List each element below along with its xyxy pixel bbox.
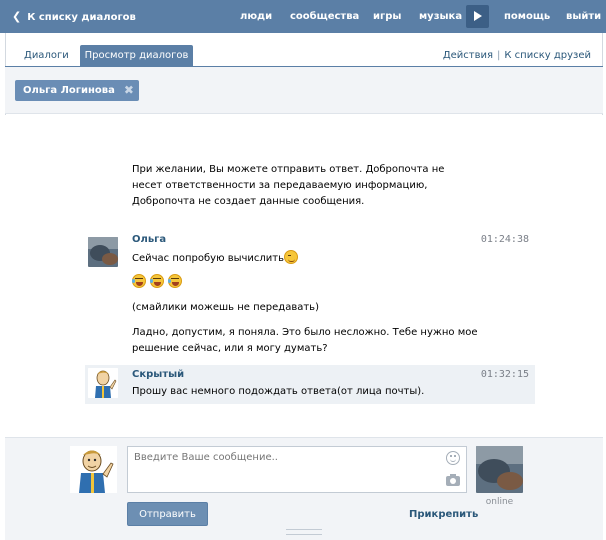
close-icon[interactable]: ✖ <box>124 80 134 101</box>
message-text-line: Сейчас попробую вычислить <box>132 253 284 264</box>
send-button[interactable]: Отправить <box>127 502 208 526</box>
tab-dialogs[interactable]: Диалоги <box>24 45 69 67</box>
nav-help-link[interactable]: помощь <box>504 0 550 33</box>
top-navigation-bar: ❮ К списку диалогов люди сообщества игры … <box>0 0 606 33</box>
my-avatar[interactable] <box>70 446 117 493</box>
vault-boy-icon <box>70 446 117 493</box>
chevron-left-icon: ❮ <box>12 10 22 23</box>
message-text: решение сейчас, или я могу думать? <box>132 343 328 354</box>
disclaimer-notice: При желании, Вы можете отправить ответ. … <box>132 164 445 207</box>
message-author[interactable]: Скрытый <box>132 369 184 380</box>
nav-logout-link[interactable]: выйти <box>566 0 601 33</box>
play-icon[interactable] <box>466 5 489 28</box>
filter-chip[interactable]: Ольга Логинова ✖ <box>15 80 139 101</box>
attach-link[interactable]: Прикрепить <box>409 509 478 520</box>
camera-icon[interactable] <box>446 474 460 486</box>
message-time: 01:32:15 <box>480 369 529 380</box>
message-text: Сейчас попробую вычислить <box>132 250 299 267</box>
tab-view-dialogs[interactable]: Просмотр диалогов <box>80 45 193 67</box>
message-text: Ладно, допустим, я поняла. Это было несл… <box>132 327 478 338</box>
message-text: (смайлики можешь не передавать) <box>132 302 319 313</box>
vault-boy-icon <box>88 368 118 398</box>
nav-music-link[interactable]: музыка <box>419 0 462 33</box>
tab-bar: Диалоги Просмотр диалогов Действия | К спи… <box>5 45 603 67</box>
avatar[interactable] <box>88 237 118 267</box>
back-to-dialogs-label: К списку диалогов <box>27 12 136 23</box>
message-text: Прошу вас немного подождать ответа(от ли… <box>132 386 425 397</box>
laughing-emoji-icon <box>168 274 183 288</box>
smile-icon[interactable] <box>446 451 460 465</box>
message-item: Скрытый 01:32:15 Прошу вас немного подож… <box>85 365 535 404</box>
avatar-photo <box>88 237 118 267</box>
friends-list-link[interactable]: К списку друзей <box>504 50 591 61</box>
back-to-dialogs-link[interactable]: ❮ К списку диалогов <box>12 0 136 33</box>
message-author[interactable]: Ольга <box>132 234 166 245</box>
laughing-emoji-icon <box>150 274 165 288</box>
partner-avatar[interactable] <box>476 446 523 493</box>
online-status: online <box>485 497 514 507</box>
avatar-photo <box>476 446 523 493</box>
nav-games-link[interactable]: игры <box>373 0 401 33</box>
message-input[interactable] <box>127 446 467 493</box>
avatar[interactable] <box>88 368 118 398</box>
filter-chip-label: Ольга Логинова <box>23 85 115 96</box>
laughing-emoji-icon <box>132 274 146 288</box>
message-item: Ольга 01:24:38 Сейчас попробую вычислить… <box>85 234 535 354</box>
separator: | <box>497 50 501 61</box>
actions-link[interactable]: Действия <box>443 50 493 61</box>
message-history: При желании, Вы можете отправить ответ. … <box>5 115 603 437</box>
resize-grip[interactable] <box>286 529 322 535</box>
message-time: 01:24:38 <box>480 234 529 245</box>
nav-communities-link[interactable]: сообщества <box>290 0 359 33</box>
nav-people-link[interactable]: люди <box>240 0 272 33</box>
tab-actions-group: Действия | К списку друзей <box>443 45 591 67</box>
emoji-row <box>132 274 183 291</box>
wink-emoji-icon <box>284 250 298 264</box>
filter-bar: Ольга Логинова ✖ <box>5 67 603 114</box>
